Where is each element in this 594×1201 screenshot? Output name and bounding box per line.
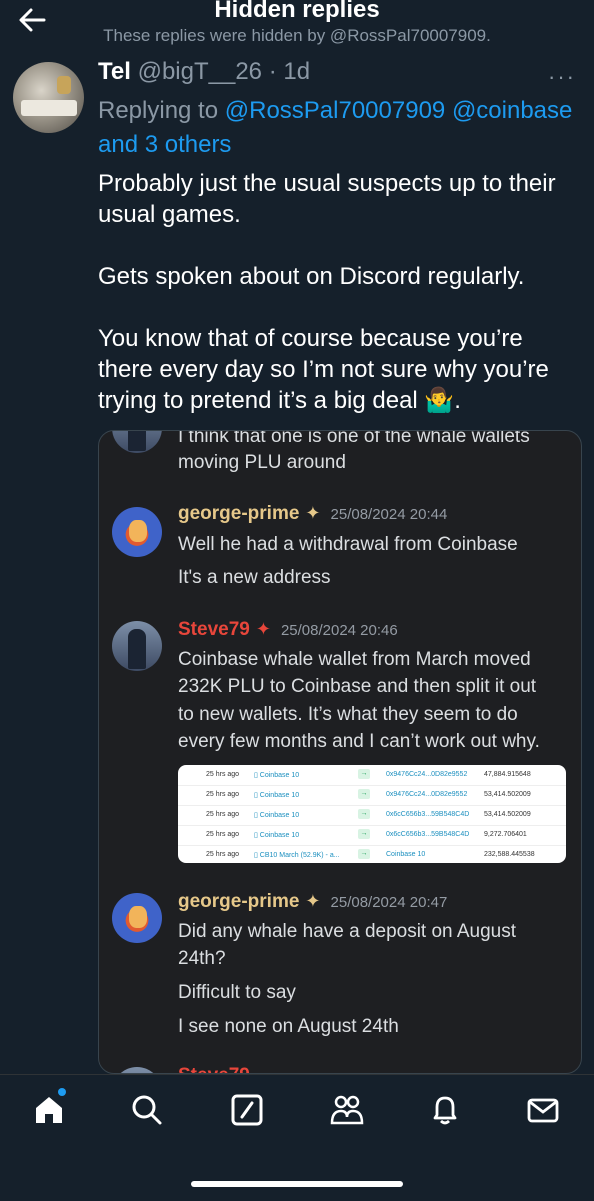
search-icon[interactable]: [130, 1093, 164, 1127]
compose-icon[interactable]: [230, 1093, 264, 1127]
author-handle[interactable]: @bigT__26: [138, 58, 262, 85]
message-author: george-prime ✦ 25/08/2024 20:47: [178, 891, 447, 913]
badge-icon: ✦: [255, 619, 271, 639]
message-text: Well he had a withdrawal from Coinbase: [178, 534, 518, 555]
tx-from: ▯ Coinbase 10: [254, 772, 300, 779]
tx-age: 25 hrs ago: [206, 771, 240, 778]
tweet-time: · 1d: [268, 58, 311, 85]
home-icon[interactable]: [32, 1093, 66, 1127]
tx-from: ▯ Coinbase 10: [254, 832, 300, 839]
arrow-icon: →: [358, 809, 370, 819]
transaction-table-image: 25 hrs ago ▯ Coinbase 10 → 0x9476Cc24...0D8…: [178, 765, 566, 863]
badge-icon: ✦: [305, 891, 321, 911]
tx-amount: 47,884.915648: [484, 771, 531, 778]
author-name: george-prime: [178, 891, 300, 912]
bottom-nav: [0, 1074, 594, 1201]
message-author: george-prime ✦ 25/08/2024 20:44: [178, 503, 447, 525]
tx-to: 0x6cC656b3...59B548C4D: [386, 811, 470, 818]
avatar: [112, 507, 162, 557]
page-subtitle: These replies were hidden by @RossPal700…: [103, 26, 491, 45]
tx-age: 25 hrs ago: [206, 851, 240, 858]
message-text: to new wallets. It’s what they seem to d…: [178, 704, 518, 725]
tx-amount: 53,414.502009: [484, 811, 531, 818]
message-text: I think that one is one of the whale wal…: [178, 430, 530, 447]
author-name[interactable]: Tel: [98, 58, 131, 85]
transaction-row: 25 hrs ago ▯ Coinbase 10 → 0x6cC656b3...59B…: [178, 805, 566, 826]
transaction-row: 25 hrs ago ▯ CB10 March (52.9K) - a... → Co…: [178, 845, 566, 863]
tx-to: 0x9476Cc24...0D82e9552: [386, 771, 468, 778]
message-text: It's a new address: [178, 567, 331, 588]
tx-to: Coinbase 10: [386, 851, 426, 858]
message-text: 24th?: [178, 948, 226, 969]
tweet-paragraph: Gets spoken about on Discord regularly.: [98, 263, 525, 290]
tx-from: ▯ Coinbase 10: [254, 792, 300, 799]
others-link[interactable]: and 3 others: [98, 131, 231, 158]
tx-age: 25 hrs ago: [206, 791, 240, 798]
tx-amount: 9,272.706401: [484, 831, 527, 838]
tweet-author[interactable]: Tel @bigT__26 · 1d: [98, 58, 310, 86]
avatar: [112, 431, 162, 453]
transaction-row: 25 hrs ago ▯ Coinbase 10 → 0x9476Cc24...0D8…: [178, 785, 566, 806]
tx-to: 0x6cC656b3...59B548C4D: [386, 831, 470, 838]
mention-link[interactable]: @RossPal70007909: [225, 97, 446, 124]
arrow-icon: →: [358, 769, 370, 779]
notification-dot: [58, 1088, 66, 1096]
message-time: 25/08/2024 20:47: [330, 894, 448, 911]
message-text: moving PLU around: [178, 452, 346, 473]
replying-prefix: Replying to: [98, 97, 225, 124]
message-time: 25/08/2024 20:46: [280, 622, 398, 639]
message-author: Steve79: [178, 1065, 250, 1073]
author-name: Steve79: [178, 619, 250, 640]
tweet-text: Probably just the usual suspects up to t…: [98, 168, 583, 447]
more-options-icon[interactable]: ···: [548, 64, 576, 90]
avatar: [112, 1067, 162, 1073]
replying-to: Replying to @RossPal70007909 @coinbase a…: [98, 94, 588, 162]
mention-link[interactable]: @coinbase: [452, 97, 572, 124]
avatar[interactable]: [13, 62, 84, 133]
transaction-row: 25 hrs ago ▯ Coinbase 10 → 0x9476Cc24...0D8…: [178, 765, 566, 786]
message-text: I see none on August 24th: [178, 1016, 399, 1037]
tx-amount: 53,414.502009: [484, 791, 531, 798]
message-text: every few months and I can’t work out wh…: [178, 731, 540, 752]
tx-from: ▯ Coinbase 10: [254, 812, 300, 819]
tweet-paragraph: You know that of course because you’re t…: [98, 325, 549, 414]
transaction-row: 25 hrs ago ▯ Coinbase 10 → 0x6cC656b3...59B…: [178, 825, 566, 846]
arrow-icon: →: [358, 789, 370, 799]
tx-to: 0x9476Cc24...0D82e9552: [386, 791, 468, 798]
message-author: Steve79 ✦ 25/08/2024 20:46: [178, 619, 398, 641]
message-text: 232K PLU to Coinbase and then split it o…: [178, 676, 537, 697]
message-time: 25/08/2024 20:44: [330, 506, 448, 523]
embedded-image[interactable]: I think that one is one of the whale wal…: [98, 430, 582, 1074]
communities-icon[interactable]: [330, 1093, 364, 1127]
header: Hidden replies These replies were hidden…: [0, 0, 594, 56]
tx-amount: 232,588.445538: [484, 851, 535, 858]
tx-age: 25 hrs ago: [206, 831, 240, 838]
badge-icon: ✦: [305, 503, 321, 523]
message-text: Coinbase whale wallet from March moved: [178, 649, 531, 670]
tweet-paragraph: Probably just the usual suspects up to t…: [98, 170, 556, 228]
message-text: Difficult to say: [178, 982, 296, 1003]
avatar: [112, 621, 162, 671]
message-text: Did any whale have a deposit on August: [178, 921, 517, 942]
avatar: [112, 893, 162, 943]
tx-age: 25 hrs ago: [206, 811, 240, 818]
messages-icon[interactable]: [526, 1093, 560, 1127]
notifications-icon[interactable]: [428, 1093, 462, 1127]
arrow-icon: →: [358, 829, 370, 839]
page-title: Hidden replies: [214, 0, 380, 23]
author-name: george-prime: [178, 503, 300, 524]
arrow-icon: →: [358, 849, 370, 859]
tx-from: ▯ CB10 March (52.9K) - a...: [254, 852, 340, 859]
home-indicator: [191, 1181, 403, 1187]
